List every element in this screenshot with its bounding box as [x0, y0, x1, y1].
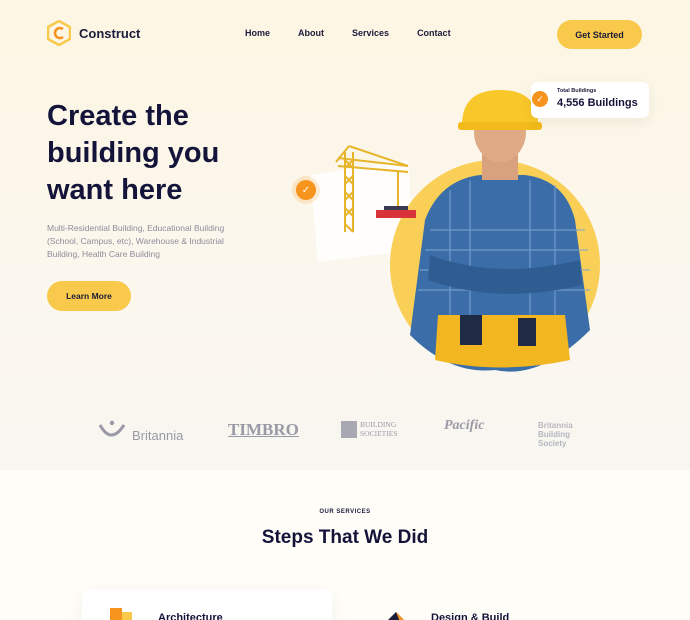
check-icon: ✓: [532, 91, 548, 107]
section-title: Steps That We Did: [261, 527, 429, 548]
hero-title: Create the building you want here: [47, 100, 220, 206]
hero-subtitle: Multi-Residential Building, Educational …: [47, 223, 225, 259]
stat-value: 4,556 Buildings: [557, 97, 638, 109]
crane-load-shape: [376, 210, 416, 218]
service-title-design-build: Design & Build: [431, 612, 510, 620]
building-societies-mark-icon: [341, 421, 357, 438]
nav-about[interactable]: About: [298, 28, 324, 38]
partner-britannia-building-society: Britannia Building Society: [538, 421, 573, 448]
architecture-icon: [110, 608, 132, 620]
hero-illustration: [310, 90, 600, 372]
partner-timbro: TIMBRO: [228, 420, 299, 439]
britannia-logo-icon: [98, 420, 126, 437]
nav-services[interactable]: Services: [352, 28, 389, 38]
stat-label: Total Buildings: [557, 88, 597, 94]
tool-belt: [435, 315, 570, 368]
main-nav: Home About Services Contact: [245, 28, 479, 38]
hard-hat-icon: [462, 90, 538, 125]
section-eyebrow: OUR SERVICES: [319, 509, 371, 515]
get-started-button[interactable]: Get Started: [557, 20, 642, 49]
nav-home[interactable]: Home: [245, 28, 270, 38]
logo-hexagon-icon: [47, 20, 71, 46]
nav-contact[interactable]: Contact: [417, 28, 451, 38]
learn-more-button[interactable]: Learn More: [47, 281, 131, 311]
design-build-icon: [388, 612, 404, 620]
partner-building-societies: BUILDING SOCIETIES: [360, 420, 398, 438]
check-badge-icon: ✓: [296, 180, 316, 200]
partner-britannia: Britannia: [132, 428, 184, 443]
service-title-architecture: Architecture: [158, 612, 223, 620]
logo[interactable]: Construct: [47, 20, 140, 46]
partner-pacific: Pacific: [444, 418, 485, 433]
brand-name: Construct: [79, 25, 141, 41]
